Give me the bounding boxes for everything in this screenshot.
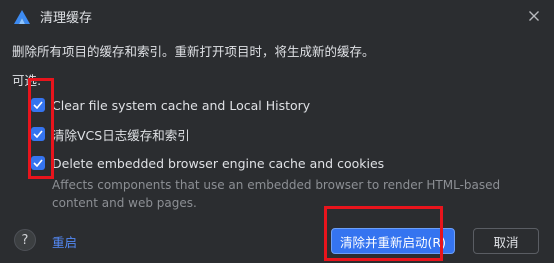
clear-and-restart-button[interactable]: 清除并重新启动(R) xyxy=(331,228,455,254)
title-bar: 清理缓存 xyxy=(0,0,554,32)
option-label: Clear file system cache and Local Histor… xyxy=(52,97,311,113)
close-icon xyxy=(529,11,539,21)
dialog-title: 清理缓存 xyxy=(40,11,93,26)
browser-cache-hint: Affects components that use an embedded … xyxy=(52,178,501,210)
dialog-description: 删除所有项目的缓存和索引。重新打开项目时，将生成新的缓存。 xyxy=(12,44,375,59)
option-label: 清除VCS日志缓存和索引 xyxy=(52,127,190,143)
option-clear-file-system-cache[interactable]: Clear file system cache and Local Histor… xyxy=(31,95,310,115)
options-label: 可选: xyxy=(12,73,42,88)
checkbox-checked[interactable] xyxy=(31,127,45,141)
option-delete-browser-cache[interactable]: Delete embedded browser engine cache and… xyxy=(31,153,384,173)
checkbox-checked[interactable] xyxy=(31,98,45,112)
help-button[interactable]: ? xyxy=(14,229,36,251)
option-clear-vcs-log-cache[interactable]: 清除VCS日志缓存和索引 xyxy=(31,124,190,144)
check-icon xyxy=(33,101,43,109)
check-icon xyxy=(33,159,43,167)
check-icon xyxy=(33,130,43,138)
help-icon: ? xyxy=(21,232,29,248)
restart-link[interactable]: 重启 xyxy=(52,232,77,251)
checkbox-checked[interactable] xyxy=(31,156,45,170)
option-label: Delete embedded browser engine cache and… xyxy=(52,155,385,171)
cancel-button[interactable]: 取消 xyxy=(473,228,539,254)
app-logo-icon xyxy=(14,9,30,24)
close-button[interactable] xyxy=(524,6,544,26)
clear-cache-dialog: 清理缓存 删除所有项目的缓存和索引。重新打开项目时，将生成新的缓存。 可选: C… xyxy=(0,0,554,263)
